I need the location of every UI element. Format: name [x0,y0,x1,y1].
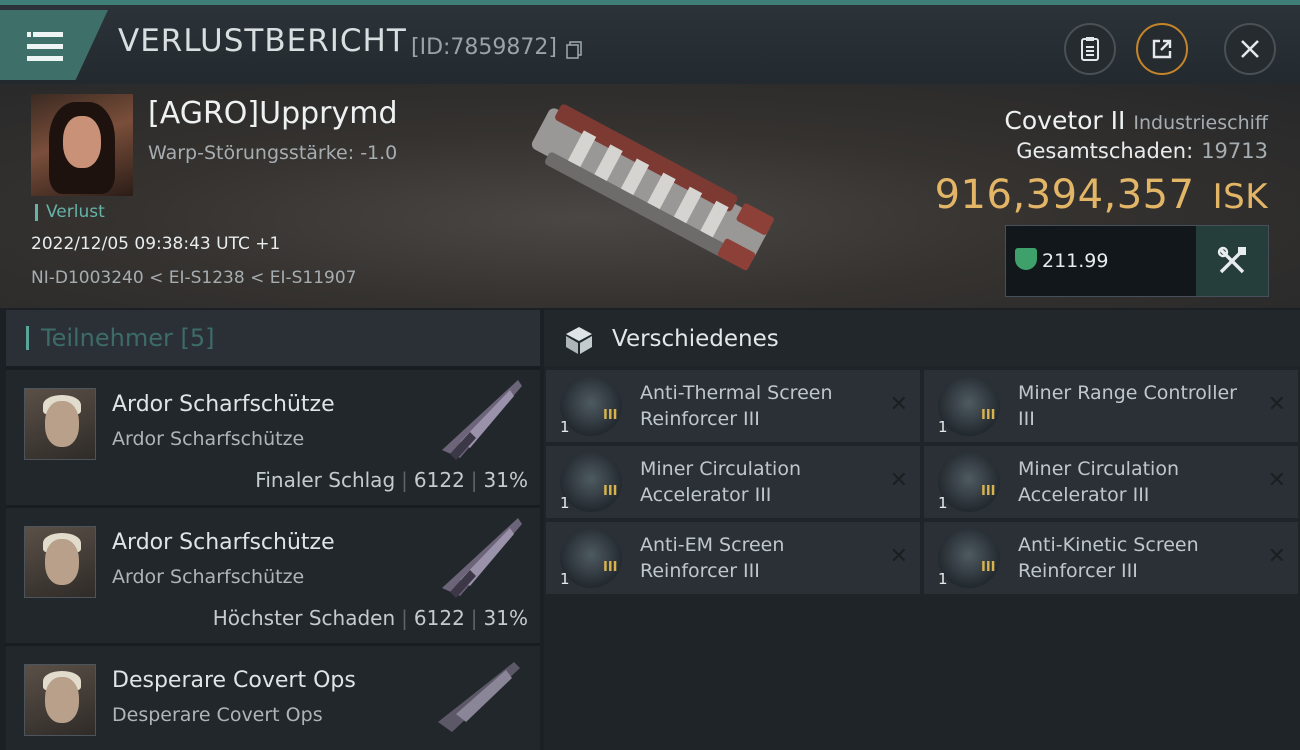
clipboard-button[interactable] [1064,23,1116,75]
share-icon [1152,39,1172,59]
destroyed-mark-icon: ✕ [1267,544,1286,569]
page-title: VERLUSTBERICHT [118,23,407,59]
secondary-value: 211.99 [1042,250,1109,272]
participant-avatar[interactable] [24,388,96,460]
item-row[interactable]: 1 III Anti-Kinetic Screen Reinforcer III… [924,522,1298,594]
isk-value: 916,394,357 ISK [935,172,1268,218]
participant-avatar[interactable] [24,664,96,736]
participant-percent: 31% [483,468,528,492]
secondary-value-box: 211.99 [1005,225,1269,297]
participants-panel[interactable]: Teilnehmer [5] Ardor Scharfschütze Ardor… [6,310,540,750]
isk-amount: 916,394,357 [934,172,1195,218]
victim-ship-image[interactable] [505,92,795,282]
participant-role: Finaler Schlag [255,468,396,492]
total-damage: Gesamtschaden: 19713 [1016,139,1268,163]
item-quantity: 1 [560,570,570,588]
menu-button[interactable] [0,10,108,80]
participant-damage: 6122 [413,468,465,492]
header-bar: VERLUSTBERICHT [ID:7859872] [0,0,1300,84]
participant-role: Höchster Schaden [212,606,396,630]
item-name: Anti-EM Screen Reinforcer III [640,534,785,582]
participant-row[interactable]: Desperare Covert Ops Desperare Covert Op… [6,646,540,750]
dropped-items-panel[interactable]: Verschiedenes 1 III Anti-Thermal Screen … [544,310,1300,750]
participants-header: Teilnehmer [5] [6,310,540,366]
victim-panel: [AGRO]Upprymd Warp-Störungsstärke: -1.0 … [0,84,1300,308]
destroyed-mark-icon: ✕ [889,392,908,417]
copy-icon[interactable] [566,41,582,59]
participant-subtitle: Ardor Scharfschütze [112,428,305,450]
item-name: Anti-Thermal Screen Reinforcer III [640,382,833,430]
total-damage-value: 19713 [1201,139,1268,163]
close-button[interactable] [1224,23,1276,75]
corporation-shield-icon [1015,248,1037,270]
item-row[interactable]: 1 III Miner Range Controller III ✕ [924,370,1298,442]
destroyed-mark-icon: ✕ [889,544,908,569]
participant-ship-image[interactable] [430,510,530,600]
item-tech-level: III [981,560,996,575]
item-name: Miner Circulation Accelerator III [640,458,801,506]
participant-ship-image[interactable] [430,648,530,738]
participant-ship-image[interactable] [430,372,530,462]
hamburger-menu-icon [27,32,63,62]
item-tech-level: III [603,408,618,423]
participant-name[interactable]: Ardor Scharfschütze [112,530,335,555]
ship-type-name: Covetor II [1004,106,1126,135]
participant-name[interactable]: Desperare Covert Ops [112,668,356,693]
share-button[interactable] [1136,23,1188,75]
ship-class: Industrieschiff [1133,112,1268,134]
participant-subtitle: Ardor Scharfschütze [112,566,305,588]
item-quantity: 1 [938,570,948,588]
participant-name[interactable]: Ardor Scharfschütze [112,392,335,417]
victim-pilot-name[interactable]: [AGRO]Upprymd [148,96,398,131]
participant-percent: 31% [483,606,528,630]
tools-icon [1217,246,1246,274]
misc-section-label: Verschiedenes [612,326,779,352]
item-name: Anti-Kinetic Screen Reinforcer III [1018,534,1199,582]
loss-location[interactable]: NI-D1003240 < EI-S1238 < EI-S11907 [31,268,356,288]
item-quantity: 1 [938,418,948,436]
participant-avatar[interactable] [24,526,96,598]
item-row[interactable]: 1 III Miner Circulation Accelerator III … [924,446,1298,518]
participant-row[interactable]: Ardor Scharfschütze Ardor Scharfschütze … [6,508,540,643]
item-tech-level: III [603,484,618,499]
participants-header-label: Teilnehmer [5] [26,326,215,350]
item-tech-level: III [981,484,996,499]
item-quantity: 1 [938,494,948,512]
isk-unit: ISK [1212,177,1268,217]
item-row[interactable]: 1 III Anti-EM Screen Reinforcer III ✕ [546,522,920,594]
participant-subtitle: Desperare Covert Ops [112,704,323,726]
destroyed-mark-icon: ✕ [1267,392,1286,417]
item-row[interactable]: 1 III Anti-Thermal Screen Reinforcer III… [546,370,920,442]
fitting-button[interactable] [1196,226,1268,296]
item-tech-level: III [603,560,618,575]
close-icon [1241,40,1259,58]
item-quantity: 1 [560,418,570,436]
cargo-cube-icon [566,327,592,354]
warp-disruption-strength: Warp-Störungsstärke: -1.0 [148,142,398,164]
participant-damage: 6122 [413,606,465,630]
item-quantity: 1 [560,494,570,512]
loss-status-tag: Verlust [35,204,105,221]
victim-ship-name[interactable]: Covetor II Industrieschiff [1004,106,1268,135]
victim-portrait[interactable] [31,94,133,196]
misc-section-header: Verschiedenes [544,310,1300,366]
item-name: Miner Range Controller III [1018,382,1237,430]
report-id: [ID:7859872] [411,35,557,60]
item-name: Miner Circulation Accelerator III [1018,458,1179,506]
item-tech-level: III [981,408,996,423]
item-row[interactable]: 1 III Miner Circulation Accelerator III … [546,446,920,518]
participant-stats: Finaler Schlag | 6122 | 31% [255,468,528,492]
loss-datetime: 2022/12/05 09:38:43 UTC +1 [31,234,281,254]
clipboard-icon [1081,37,1099,61]
participant-stats: Höchster Schaden | 6122 | 31% [212,606,528,630]
participant-row[interactable]: Ardor Scharfschütze Ardor Scharfschütze … [6,370,540,505]
total-damage-label: Gesamtschaden: [1016,139,1194,163]
destroyed-mark-icon: ✕ [889,468,908,493]
destroyed-mark-icon: ✕ [1267,468,1286,493]
